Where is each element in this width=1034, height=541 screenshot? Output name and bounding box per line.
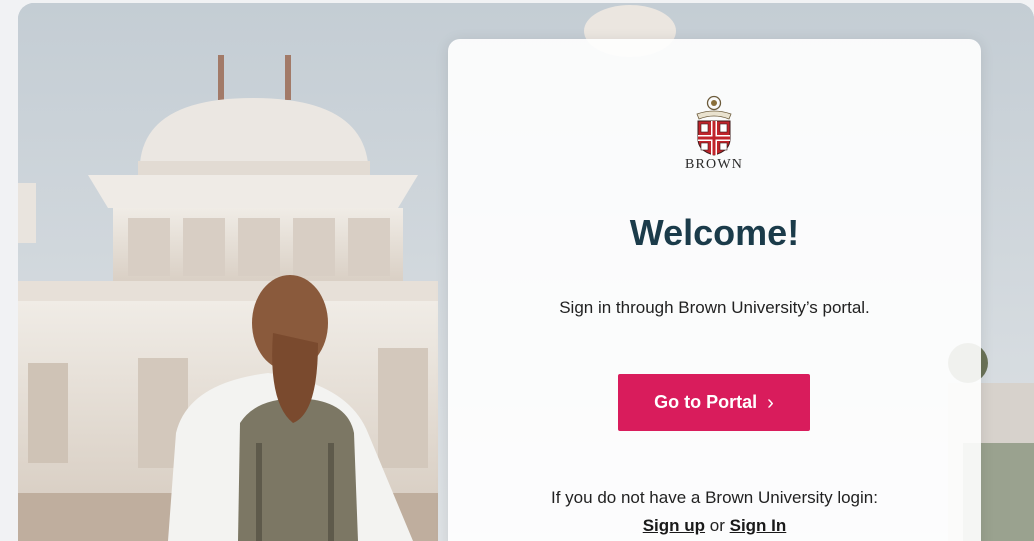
login-frame: BROWN Welcome! Sign in through Brown Uni… — [18, 3, 1034, 541]
brown-university-shield-icon — [673, 94, 755, 156]
brand-wordmark: BROWN — [684, 157, 744, 172]
chevron-right-icon: › — [767, 391, 774, 414]
sign-up-link[interactable]: Sign up — [643, 516, 705, 535]
links-separator: or — [709, 516, 730, 535]
sign-in-link[interactable]: Sign In — [730, 516, 787, 535]
go-to-portal-button[interactable]: Go to Portal › — [618, 374, 810, 431]
welcome-subtitle: Sign in through Brown University’s porta… — [559, 298, 870, 317]
login-card: BROWN Welcome! Sign in through Brown Uni… — [448, 39, 981, 541]
alt-login-links: Sign up or Sign In — [448, 516, 981, 536]
alt-login-prompt: If you do not have a Brown University lo… — [551, 488, 878, 507]
portal-button-label: Go to Portal — [654, 392, 758, 412]
brown-logo: BROWN — [673, 94, 755, 180]
welcome-title: Welcome! — [629, 212, 800, 253]
